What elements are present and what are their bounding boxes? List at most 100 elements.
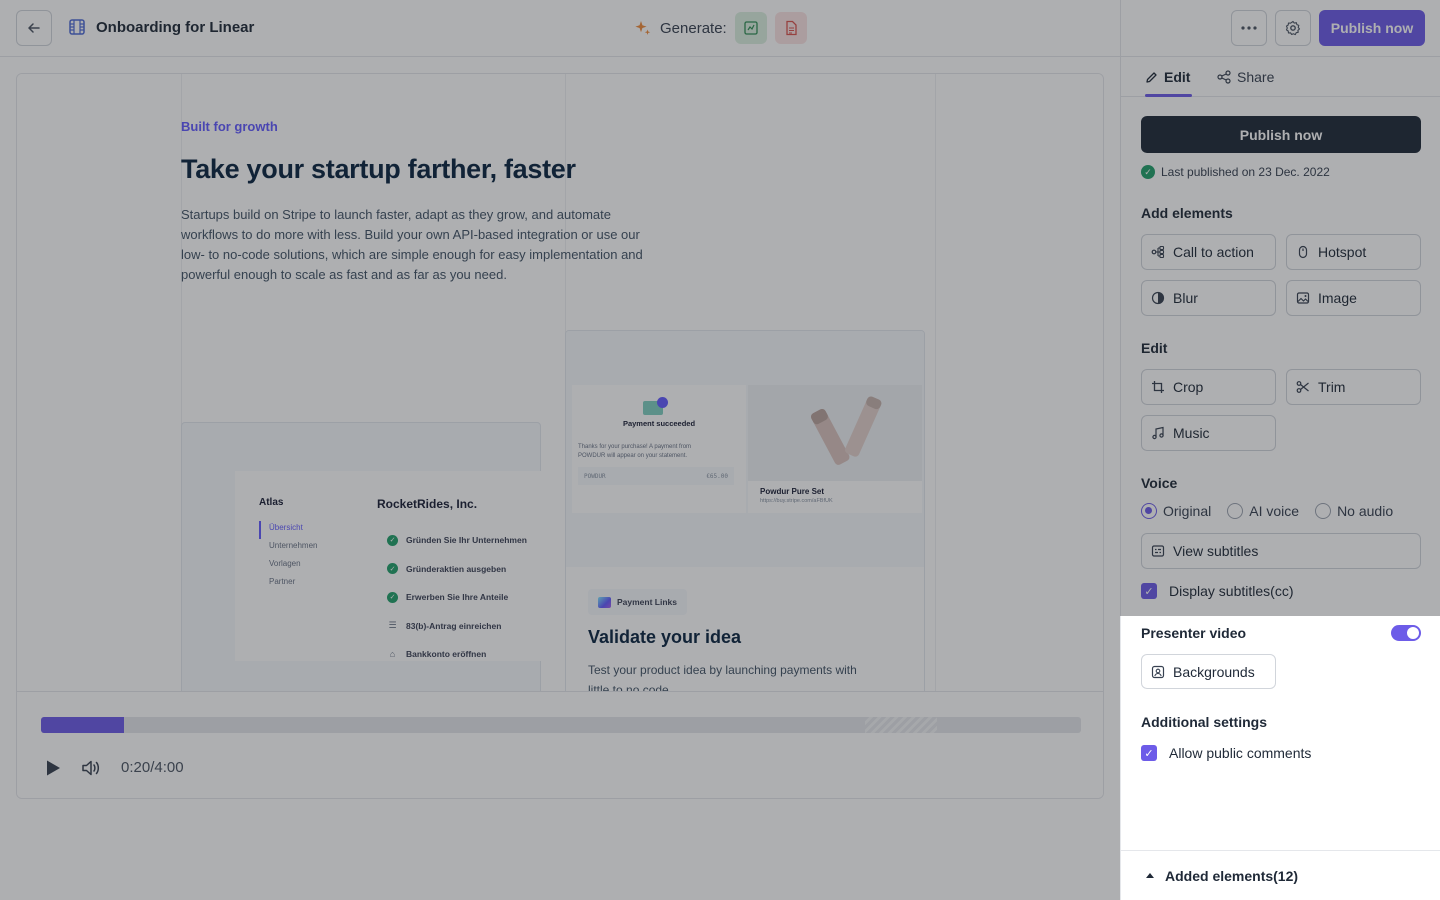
- radio-icon: [1227, 503, 1244, 519]
- presenter-video-toggle[interactable]: [1391, 625, 1421, 641]
- voice-options: Original AI voice No audio: [1141, 503, 1409, 519]
- last-published-status: ✓ Last published on 23 Dec. 2022: [1141, 165, 1330, 179]
- check-circle-icon: ✓: [387, 591, 398, 603]
- voice-option-ai[interactable]: AI voice: [1227, 503, 1299, 519]
- payment-row: POWDUR €65.00: [578, 467, 734, 485]
- payment-note: Thanks for your purchase! A payment from…: [578, 444, 692, 459]
- allow-public-comments-checkbox[interactable]: ✓ Allow public comments: [1141, 745, 1311, 761]
- tab-share-label: Share: [1237, 69, 1275, 85]
- dashboard-nav-item: Übersicht: [259, 521, 317, 539]
- arrow-left-icon: [28, 23, 40, 33]
- call-to-action-button[interactable]: Call to action: [1141, 234, 1276, 270]
- mouse-icon: [1298, 245, 1308, 259]
- document-title-group: Onboarding for Linear: [68, 18, 254, 36]
- publish-now-button[interactable]: Publish now: [1141, 116, 1421, 153]
- voice-option-original[interactable]: Original: [1141, 503, 1211, 519]
- payment-amount: €65.00: [706, 472, 728, 480]
- music-label: Music: [1173, 425, 1210, 441]
- product-name: Powdur Pure Set: [760, 487, 825, 496]
- crop-button[interactable]: Crop: [1141, 369, 1276, 405]
- publish-now-top-button[interactable]: Publish now: [1319, 10, 1425, 46]
- radio-icon: [1315, 503, 1332, 519]
- more-options-button[interactable]: [1231, 10, 1267, 46]
- voice-option-label: No audio: [1337, 503, 1394, 519]
- payment-links-screenshot: Payment succeeded Thanks for your purcha…: [565, 330, 925, 691]
- portrait-icon: [1151, 665, 1165, 678]
- dashboard-step: ✓ Gründen Sie Ihr Unternehmen: [387, 526, 527, 555]
- editor-sidebar: Publish now Edit Share Publish now ✓ Las…: [1120, 0, 1440, 900]
- presenter-video-title: Presenter video: [1141, 625, 1247, 641]
- top-bar: Onboarding for Linear Generate:: [0, 0, 1120, 57]
- dashboard-step: ✓ Erwerben Sie Ihre Anteile: [387, 583, 527, 612]
- document-icon: [786, 20, 797, 36]
- payment-success-card: Payment succeeded Thanks for your purcha…: [572, 385, 746, 513]
- image-button[interactable]: Image: [1286, 280, 1421, 316]
- video-body-copy: Startups build on Stripe to launch faste…: [181, 207, 643, 282]
- dashboard-panel: Atlas Übersicht Unternehmen Vorlagen Par…: [235, 471, 541, 661]
- back-button[interactable]: [16, 10, 52, 46]
- trim-label: Trim: [1318, 379, 1346, 395]
- dashboard-nav-item: Partner: [269, 577, 296, 586]
- music-button[interactable]: Music: [1141, 415, 1276, 451]
- payment-merchant: POWDUR: [584, 472, 606, 480]
- volume-button[interactable]: [79, 756, 103, 780]
- display-subtitles-checkbox[interactable]: ✓ Display subtitles(cc): [1141, 583, 1293, 599]
- trimmed-segment: [865, 717, 937, 733]
- dashboard-nav-item: Unternehmen: [269, 541, 318, 550]
- progress-fill: [41, 717, 125, 733]
- hotspot-button[interactable]: Hotspot: [1286, 234, 1421, 270]
- sidebar-tabs: Edit Share: [1121, 57, 1440, 97]
- music-note-icon: [1152, 426, 1164, 440]
- added-elements-toggle[interactable]: Added elements(12): [1121, 850, 1440, 900]
- trim-button[interactable]: Trim: [1286, 369, 1421, 405]
- gear-icon: [1285, 20, 1301, 36]
- backgrounds-label: Backgrounds: [1173, 663, 1255, 680]
- subtitles-icon: [1151, 545, 1165, 557]
- product-tubes-image: [748, 385, 922, 481]
- edit-section-title: Edit: [1141, 340, 1168, 356]
- voice-section-title: Voice: [1141, 475, 1178, 491]
- generate-spreadsheet-button[interactable]: [734, 12, 767, 44]
- view-subtitles-label: View subtitles: [1173, 543, 1259, 559]
- play-button[interactable]: [41, 756, 65, 780]
- crop-icon: [1152, 381, 1164, 393]
- generate-document-button[interactable]: [774, 12, 807, 44]
- checkbox-checked-icon: ✓: [1141, 745, 1157, 761]
- view-subtitles-button[interactable]: View subtitles: [1141, 533, 1421, 569]
- pencil-icon: [1146, 71, 1157, 83]
- backgrounds-button[interactable]: Backgrounds: [1141, 654, 1276, 689]
- blur-button[interactable]: Blur: [1141, 280, 1276, 316]
- product-url: https://buy.stripe.com/aFBfUK: [760, 498, 833, 504]
- settings-button[interactable]: [1275, 10, 1311, 46]
- main-area: Built for growth Take your startup farth…: [0, 57, 1120, 900]
- dashboard-steps: ✓ Gründen Sie Ihr Unternehmen ✓ Gründera…: [387, 526, 527, 669]
- dashboard-step: ⌂ Bankkonto eröffnen: [387, 640, 527, 669]
- tab-edit[interactable]: Edit: [1145, 69, 1190, 85]
- generate-group: Generate:: [634, 12, 807, 44]
- half-circle-icon: [1151, 291, 1165, 305]
- dashboard-brand: Atlas: [259, 497, 284, 508]
- dashboard-nav: Übersicht Unternehmen Vorlagen Partner: [259, 521, 317, 593]
- video-headline: Take your startup farther, faster: [181, 154, 576, 184]
- spreadsheet-icon: [744, 21, 758, 35]
- allow-public-comments-label: Allow public comments: [1169, 745, 1312, 761]
- hotspot-label: Hotspot: [1318, 244, 1367, 260]
- share-icon: [1217, 70, 1231, 84]
- film-icon: [69, 19, 85, 35]
- dashboard-step-label: Erwerben Sie Ihre Anteile: [406, 592, 509, 603]
- image-icon: [1296, 292, 1310, 304]
- voice-option-label: AI voice: [1249, 503, 1300, 519]
- layout-guide-line: [935, 74, 936, 691]
- active-tab-indicator: [1145, 94, 1192, 97]
- voice-option-no-audio[interactable]: No audio: [1315, 503, 1393, 519]
- check-circle-icon: ✓: [387, 534, 398, 546]
- sidebar-toolbar: Publish now: [1121, 0, 1440, 57]
- validate-title: Validate your idea: [588, 627, 742, 647]
- video-frame[interactable]: Built for growth Take your startup farth…: [17, 74, 1103, 691]
- tab-share[interactable]: Share: [1217, 69, 1274, 85]
- dashboard-step-label: 83(b)-Antrag einreichen: [406, 620, 502, 631]
- check-circle-icon: ✓: [387, 563, 398, 575]
- blur-label: Blur: [1173, 290, 1198, 306]
- progress-track[interactable]: [41, 717, 1081, 733]
- call-to-action-label: Call to action: [1173, 244, 1254, 260]
